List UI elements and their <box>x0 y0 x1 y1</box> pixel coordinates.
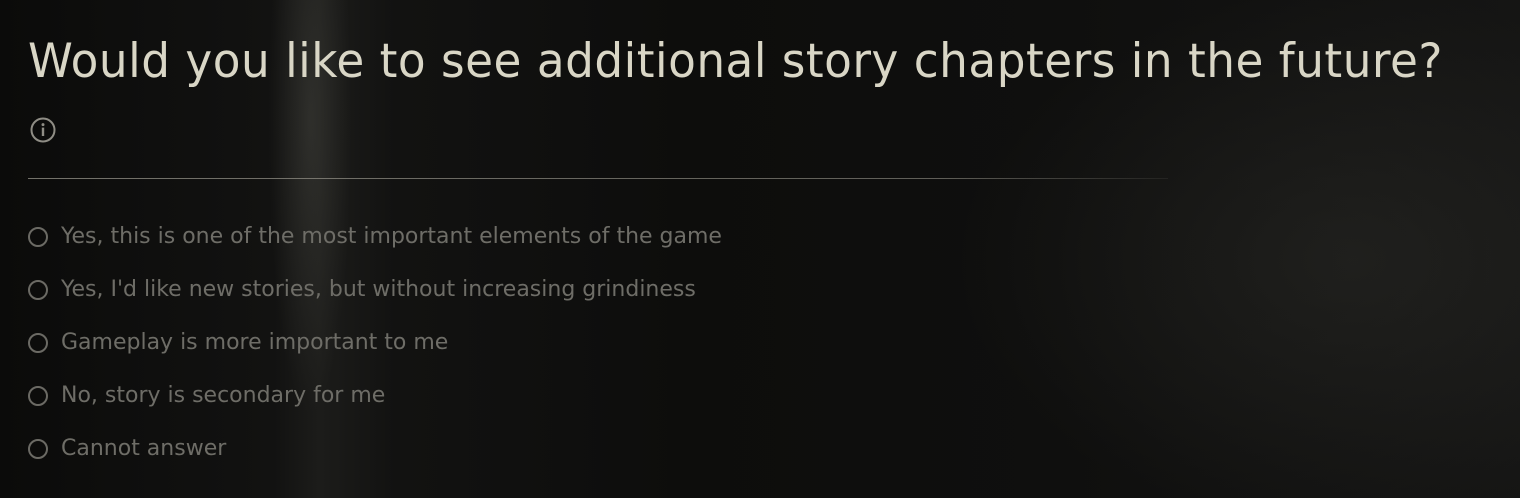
option-most-important[interactable]: Yes, this is one of the most important e… <box>28 219 722 254</box>
radio-button[interactable] <box>28 332 48 353</box>
radio-button[interactable] <box>28 279 48 300</box>
question-title: Would you like to see additional story c… <box>28 34 1444 89</box>
radio-button[interactable] <box>28 438 48 459</box>
option-cannot-answer[interactable]: Cannot answer <box>28 431 722 466</box>
option-label: Gameplay is more important to me <box>61 330 449 355</box>
option-label: Yes, this is one of the most important e… <box>61 224 722 249</box>
option-gameplay-more-important[interactable]: Gameplay is more important to me <box>28 325 722 360</box>
option-label: No, story is secondary for me <box>61 383 386 408</box>
option-label: Cannot answer <box>61 436 227 461</box>
divider <box>28 178 1168 179</box>
radio-button[interactable] <box>28 226 48 247</box>
survey-question-panel: Would you like to see additional story c… <box>28 0 1508 498</box>
option-new-stories-no-grind[interactable]: Yes, I'd like new stories, but without i… <box>28 272 722 307</box>
radio-button[interactable] <box>28 385 48 406</box>
info-icon[interactable] <box>30 117 56 143</box>
option-story-secondary[interactable]: No, story is secondary for me <box>28 378 722 413</box>
answer-options: Yes, this is one of the most important e… <box>28 219 722 484</box>
option-label: Yes, I'd like new stories, but without i… <box>61 277 696 302</box>
